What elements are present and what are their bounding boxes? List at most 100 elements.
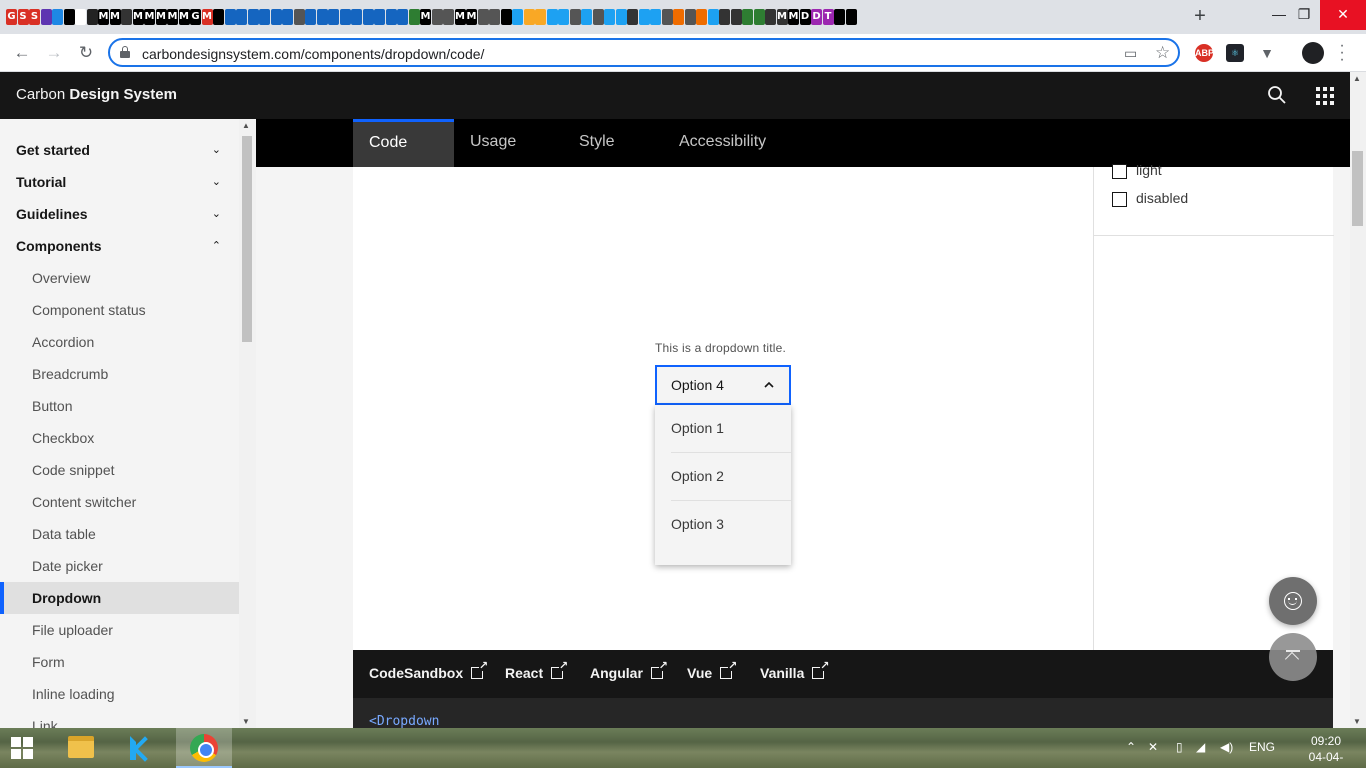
checkbox-box[interactable] — [1112, 164, 1127, 179]
tab-favicon-icon[interactable] — [40, 9, 52, 25]
sidebar-scrollbar[interactable]: ▲ ▼ — [239, 119, 256, 728]
app-switcher-icon[interactable] — [1316, 87, 1334, 105]
cast-icon[interactable]: ▭ — [1124, 45, 1137, 62]
forward-arrow-icon[interactable]: → — [43, 42, 65, 64]
page-scrollbar[interactable]: ▲ ▼ — [1350, 72, 1366, 728]
tab-favicon-icon[interactable] — [615, 9, 627, 25]
sidebar-section-get-started[interactable]: Get started ⌄ — [0, 134, 239, 166]
tab-favicon-icon[interactable] — [569, 9, 581, 25]
wifi-icon[interactable]: ◢ — [1196, 740, 1205, 754]
tab-favicon-icon[interactable] — [696, 9, 707, 25]
code-link-vanilla[interactable]: Vanilla — [760, 661, 829, 681]
bookmark-star-icon[interactable]: ☆ — [1155, 43, 1170, 63]
tab-favicon-icon[interactable] — [523, 9, 535, 25]
sidebar-item-code-snippet[interactable]: Code snippet — [0, 454, 239, 486]
tab-favicon-icon[interactable] — [213, 9, 224, 25]
feedback-button[interactable] — [1269, 577, 1317, 625]
tab-code[interactable]: Code — [353, 119, 454, 167]
sidebar-item-date-picker[interactable]: Date picker — [0, 550, 239, 582]
tab-favicon-icon[interactable] — [742, 9, 753, 25]
tab-favicon-icon[interactable] — [477, 9, 489, 25]
tab-favicon-icon[interactable] — [362, 9, 374, 25]
tab-favicon-icon[interactable] — [845, 9, 857, 25]
tab-favicon-icon[interactable] — [270, 9, 282, 25]
sidebar-item-dropdown[interactable]: Dropdown — [0, 582, 239, 614]
tab-favicon-icon[interactable]: G — [6, 9, 17, 25]
tab-favicon-icon[interactable] — [535, 9, 546, 25]
sidebar-item-breadcrumb[interactable]: Breadcrumb — [0, 358, 239, 390]
battery-icon[interactable]: ▯ — [1176, 740, 1183, 754]
tab-favicon-icon[interactable] — [305, 9, 316, 25]
site-logo[interactable]: Carbon Design System — [16, 86, 177, 103]
network-warning-icon[interactable]: ✕ — [1148, 740, 1158, 754]
tab-favicon-icon[interactable]: D — [799, 9, 811, 25]
tab-favicon-icon[interactable]: M — [201, 9, 213, 25]
tab-favicon-icon[interactable] — [247, 9, 259, 25]
tab-favicon-icon[interactable] — [650, 9, 661, 25]
tab-favicon-icon[interactable]: G — [190, 9, 201, 25]
tab-favicon-icon[interactable]: M — [454, 9, 466, 25]
tab-favicon-icon[interactable] — [719, 9, 730, 25]
url-text[interactable]: carbondesignsystem.com/components/dropdo… — [142, 46, 484, 62]
chrome-taskbar-button[interactable] — [176, 728, 232, 768]
tab-style[interactable]: Style — [563, 119, 631, 167]
tab-favicon-icon[interactable] — [86, 9, 98, 25]
address-bar[interactable]: carbondesignsystem.com/components/dropdo… — [108, 38, 1180, 67]
new-tab-button[interactable]: + — [1190, 6, 1210, 26]
tab-favicon-icon[interactable] — [592, 9, 604, 25]
volume-icon[interactable]: ◀) — [1220, 740, 1233, 754]
sidebar-section-tutorial[interactable]: Tutorial ⌄ — [0, 166, 239, 198]
tab-favicon-icon[interactable] — [604, 9, 615, 25]
tab-favicon-icon[interactable] — [489, 9, 500, 25]
tab-favicon-icon[interactable] — [661, 9, 673, 25]
sidebar-section-components[interactable]: Components ⌃ — [0, 230, 239, 262]
profile-avatar[interactable] — [1302, 42, 1324, 64]
language-indicator[interactable]: ENG — [1249, 740, 1275, 754]
tab-favicon-icon[interactable] — [581, 9, 592, 25]
tab-favicon-icon[interactable]: M — [109, 9, 121, 25]
tab-favicon-icon[interactable] — [431, 9, 443, 25]
sidebar-item-inline-loading[interactable]: Inline loading — [0, 678, 239, 710]
tab-favicon-icon[interactable] — [673, 9, 684, 25]
back-to-top-button[interactable] — [1269, 633, 1317, 681]
tab-favicon-icon[interactable]: S — [29, 9, 40, 25]
windows-start-icon[interactable] — [11, 737, 33, 759]
tab-favicon-icon[interactable]: M — [466, 9, 477, 25]
sidebar-item-file-uploader[interactable]: File uploader — [0, 614, 239, 646]
tab-favicon-icon[interactable] — [224, 9, 236, 25]
tab-favicon-icon[interactable] — [627, 9, 638, 25]
tab-favicon-icon[interactable] — [546, 9, 558, 25]
tab-favicon-icon[interactable] — [52, 9, 63, 25]
tab-favicon-icon[interactable]: M — [776, 9, 788, 25]
tab-favicon-icon[interactable]: M — [98, 9, 109, 25]
code-link-vue[interactable]: Vue — [687, 661, 737, 681]
tab-favicon-icon[interactable]: M — [420, 9, 431, 25]
tab-favicon-icon[interactable] — [443, 9, 454, 25]
sidebar-item-component-status[interactable]: Component status — [0, 294, 239, 326]
tab-favicon-icon[interactable] — [374, 9, 385, 25]
tab-favicon-icon[interactable] — [293, 9, 305, 25]
tab-favicon-icon[interactable] — [339, 9, 351, 25]
checkbox-box[interactable] — [1112, 192, 1127, 207]
dropdown-option[interactable]: Option 2 — [655, 453, 791, 501]
file-explorer-taskbar-button[interactable] — [52, 728, 108, 768]
code-link-codesandbox[interactable]: CodeSandbox — [369, 661, 488, 681]
reload-icon[interactable]: ↻ — [75, 42, 97, 64]
tab-favicon-icon[interactable] — [397, 9, 408, 25]
tab-favicon-icon[interactable] — [707, 9, 719, 25]
tray-overflow-icon[interactable]: ⌃ — [1126, 740, 1136, 754]
tab-favicon-icon[interactable] — [753, 9, 765, 25]
adblock-extension-icon[interactable]: ABP — [1195, 44, 1214, 62]
tab-favicon-icon[interactable]: T — [822, 9, 834, 25]
tab-favicon-icon[interactable] — [121, 9, 132, 25]
clock[interactable]: 09:20 04-04-2020 — [1296, 733, 1356, 768]
vue-extension-icon[interactable]: ▼ — [1258, 44, 1276, 62]
tab-favicon-icon[interactable]: M — [788, 9, 799, 25]
code-link-angular[interactable]: Angular — [590, 661, 668, 681]
code-link-react[interactable]: React — [505, 661, 568, 681]
tab-favicon-icon[interactable] — [408, 9, 420, 25]
browser-menu-icon[interactable]: · · · — [1336, 38, 1348, 68]
tab-favicon-icon[interactable] — [63, 9, 75, 25]
dropdown-field[interactable]: Option 4 — [655, 365, 791, 405]
vscode-taskbar-button[interactable] — [114, 728, 170, 768]
